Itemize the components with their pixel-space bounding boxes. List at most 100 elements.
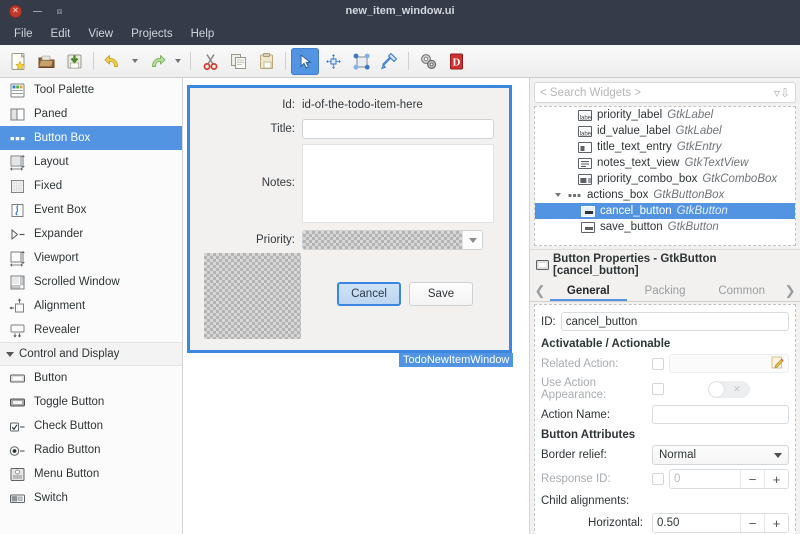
switch-knob [709, 382, 724, 397]
palette-item-layout[interactable]: Layout [0, 150, 182, 174]
priority-combo-box[interactable] [302, 230, 483, 250]
palette-item-button[interactable]: Button [0, 366, 182, 390]
save-disk-button[interactable] [60, 48, 88, 75]
horizontal-spinner[interactable]: 0.50 − + [652, 513, 789, 533]
chevron-down-icon[interactable] [553, 193, 563, 197]
use-action-appearance-switch[interactable]: ✕ [708, 381, 750, 398]
form-row-notes: Notes: [190, 144, 494, 223]
chevron-left-icon[interactable]: ❮ [530, 280, 550, 301]
properties-body[interactable]: ID: cancel_button Activatable / Actionab… [534, 304, 796, 534]
border-relief-combo[interactable]: Normal [652, 445, 789, 465]
chevron-right-icon[interactable]: ❯ [780, 280, 800, 301]
copy-button[interactable] [224, 48, 252, 75]
response-id-decrement[interactable]: − [740, 470, 764, 488]
response-id-checkbox[interactable] [652, 473, 664, 485]
search-expand-icon[interactable]: ▿⇩ [774, 87, 790, 99]
palette-item-radio-button[interactable]: Radio Button [0, 438, 182, 462]
menu-help[interactable]: Help [182, 26, 224, 42]
palette-item-check-button[interactable]: Check Button [0, 414, 182, 438]
button-icon [581, 206, 595, 217]
design-window-todonewitemwindow[interactable]: Id: id-of-the-todo-item-here Title: Note… [187, 85, 512, 353]
glade-logo-button[interactable]: D [442, 48, 470, 75]
triangle-down-icon [6, 352, 14, 357]
title-text-entry[interactable] [302, 119, 494, 139]
menu-projects[interactable]: Projects [122, 26, 182, 42]
design-canvas[interactable]: Id: id-of-the-todo-item-here Title: Note… [183, 78, 530, 534]
chevron-down-icon[interactable] [462, 231, 482, 249]
menu-edit[interactable]: Edit [42, 26, 80, 42]
palette-item-tool-palette[interactable]: Tool Palette [0, 78, 182, 102]
undo-button[interactable] [99, 48, 127, 75]
palette-item-button-box[interactable]: Button Box [0, 126, 182, 150]
menu-button-icon [9, 466, 26, 483]
related-action-input[interactable] [669, 354, 789, 373]
action-name-input[interactable] [652, 405, 789, 424]
undo-dropdown-button[interactable] [127, 48, 142, 75]
response-id-label: Response ID: [541, 473, 647, 485]
tree-row-cancel-button[interactable]: cancel_button GtkButton [535, 203, 795, 219]
tree-row-notes-text-view[interactable]: notes_text_view GtkTextView [535, 155, 795, 171]
response-id-increment[interactable]: + [764, 470, 788, 488]
palette-item-alignment[interactable]: Alignment [0, 294, 182, 318]
widget-palette[interactable]: Tool Palette Paned Button Box [0, 78, 183, 534]
cut-button[interactable] [196, 48, 224, 75]
tab-packing[interactable]: Packing [627, 280, 704, 301]
minimize-button[interactable] [31, 5, 44, 18]
tree-row-actions-box[interactable]: actions_box GtkButtonBox [535, 187, 795, 203]
horizontal-decrement[interactable]: − [740, 514, 764, 532]
tree-row-priority-combo-box[interactable]: priority_combo_box GtkComboBox [535, 171, 795, 187]
menu-view[interactable]: View [79, 26, 122, 42]
palette-item-paned[interactable]: Paned [0, 102, 182, 126]
palette-item-label: Button [34, 372, 67, 384]
property-id-input[interactable]: cancel_button [561, 312, 789, 331]
palette-category-control-and-display[interactable]: Control and Display [0, 342, 182, 366]
maximize-button[interactable]: ⧈ [53, 5, 66, 18]
related-action-checkbox[interactable] [652, 358, 664, 370]
margin-edit-button[interactable] [347, 48, 375, 75]
palette-item-fixed[interactable]: Fixed [0, 174, 182, 198]
palette-item-expander[interactable]: Expander [0, 222, 182, 246]
property-row-action-name: Action Name: [535, 403, 795, 426]
new-project-button[interactable] [4, 48, 32, 75]
label-icon: label [578, 126, 592, 137]
paste-button[interactable] [252, 48, 280, 75]
save-button[interactable]: Save [409, 282, 473, 306]
response-id-spinner[interactable]: 0 − + [669, 469, 789, 489]
tab-common[interactable]: Common [703, 280, 780, 301]
palette-item-toggle-button[interactable]: Toggle Button [0, 390, 182, 414]
pencil-edit-icon[interactable] [771, 356, 784, 372]
palette-item-event-box[interactable]: Event Box [0, 198, 182, 222]
tree-row-id-value-label[interactable]: label id_value_label GtkLabel [535, 123, 795, 139]
use-action-appearance-checkbox[interactable] [652, 383, 664, 395]
buttonbox-icon [568, 190, 582, 201]
notes-text-view[interactable] [302, 144, 494, 223]
close-button[interactable] [9, 5, 22, 18]
cancel-button[interactable]: Cancel [337, 282, 401, 306]
drag-resize-button[interactable] [319, 48, 347, 75]
preferences-button[interactable] [414, 48, 442, 75]
palette-item-revealer[interactable]: Revealer [0, 318, 182, 342]
palette-item-viewport[interactable]: Viewport [0, 246, 182, 270]
tab-general[interactable]: General [550, 280, 627, 301]
search-widgets-box[interactable]: < Search Widgets > ▿⇩ [534, 82, 796, 103]
border-relief-label: Border relief: [541, 449, 647, 461]
horizontal-increment[interactable]: + [764, 514, 788, 532]
property-row-child-alignments: Child alignments: [535, 491, 795, 511]
placeholder-widget-area[interactable] [204, 253, 301, 339]
align-edit-button[interactable] [375, 48, 403, 75]
menu-file[interactable]: File [5, 26, 42, 42]
tree-row-title-text-entry[interactable]: title_text_entry GtkEntry [535, 139, 795, 155]
tree-row-name: title_text_entry [597, 141, 672, 153]
select-pointer-button[interactable] [291, 48, 319, 75]
open-folder-button[interactable] [32, 48, 60, 75]
palette-item-switch[interactable]: Switch [0, 486, 182, 510]
tree-row-save-button[interactable]: save_button GtkButton [535, 219, 795, 235]
palette-item-scrolled-window[interactable]: Scrolled Window [0, 270, 182, 294]
viewport-icon [9, 250, 26, 267]
palette-item-menu-button[interactable]: Menu Button [0, 462, 182, 486]
redo-button[interactable] [142, 48, 170, 75]
widget-tree[interactable]: label priority_label GtkLabel label id_v… [534, 106, 796, 246]
tree-row-priority-label[interactable]: label priority_label GtkLabel [535, 107, 795, 123]
form-row-priority: Priority: [190, 230, 302, 250]
redo-dropdown-button[interactable] [170, 48, 185, 75]
